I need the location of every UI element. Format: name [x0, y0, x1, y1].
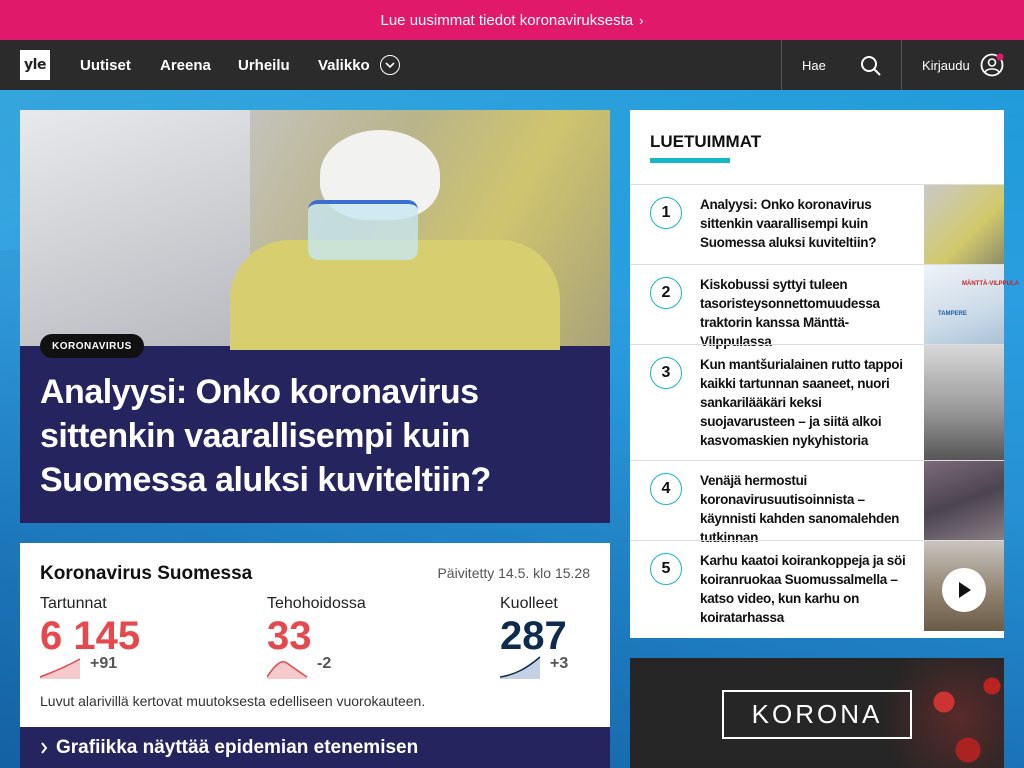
top-navigation: yle Uutiset Areena Urheilu Valikko Hae K…	[0, 40, 1024, 90]
thumbnail-image	[924, 345, 1004, 461]
nav-item-areena[interactable]: Areena	[160, 40, 211, 90]
chevron-right-icon	[41, 741, 48, 754]
most-read-headline[interactable]: Analyysi: Onko koronavirus sittenkin vaa…	[700, 195, 910, 252]
stats-title: Koronavirus Suomessa	[40, 563, 253, 584]
chevron-right-icon: ›	[639, 12, 644, 28]
corona-banner-link[interactable]: Lue uusimmat tiedot koronaviruksesta ›	[0, 0, 1024, 40]
rank-badge: 1	[650, 197, 682, 229]
rank-badge: 3	[650, 357, 682, 389]
stats-updated: Päivitetty 14.5. klo 15.28	[437, 565, 590, 581]
stat-change: +3	[550, 655, 569, 672]
rank-badge: 2	[650, 277, 682, 309]
map-label: MÄNTTÄ-VILPPULA	[962, 281, 1019, 287]
hero-image	[20, 110, 610, 350]
epidemic-graph-link[interactable]: Grafiikka näyttää epidemian etenemisen	[20, 727, 610, 768]
nav-item-uutiset[interactable]: Uutiset	[80, 40, 131, 90]
corona-stats-card: Koronavirus Suomessa Päivitetty 14.5. kl…	[20, 543, 610, 727]
trend-sparkline	[500, 656, 541, 679]
trend-sparkline	[40, 658, 81, 679]
nav-item-urheilu[interactable]: Urheilu	[238, 40, 290, 90]
thumbnail-image	[924, 461, 1004, 541]
most-read-headline[interactable]: Karhu kaatoi koirankoppeja ja söi koiran…	[700, 551, 910, 627]
stat-change: -2	[317, 655, 332, 672]
most-read-headline[interactable]: Kun mantšurialainen rutto tappoi kaikki …	[700, 355, 910, 450]
search-icon[interactable]	[860, 55, 882, 82]
nav-item-valikko[interactable]: Valikko	[318, 40, 400, 90]
yle-logo[interactable]: yle	[20, 50, 50, 80]
rank-badge: 5	[650, 553, 682, 585]
valikko-label: Valikko	[318, 56, 370, 74]
stat-infections: Tartunnat 6 145	[40, 595, 140, 659]
map-label: TAMPERE	[938, 311, 967, 317]
stat-label: Tehohoidossa	[267, 595, 366, 612]
rank-badge: 4	[650, 473, 682, 505]
most-read-headline[interactable]: Kiskobussi syttyi tuleen tasoristeysonne…	[700, 275, 910, 351]
korona-promo[interactable]: KORONA	[630, 658, 1004, 768]
map-thumbnail: MÄNTTÄ-VILPPULA TAMPERE	[924, 265, 1019, 345]
stats-note: Luvut alarivillä kertovat muutoksesta ed…	[40, 693, 426, 709]
stat-deaths: Kuolleet 287	[500, 595, 567, 659]
stat-change: +91	[90, 655, 118, 672]
most-read-item[interactable]: 5 Karhu kaatoi koirankoppeja ja söi koir…	[630, 540, 1004, 638]
most-read-item[interactable]: 2 Kiskobussi syttyi tuleen tasoristeyson…	[630, 264, 1019, 349]
stat-icu: Tehohoidossa 33	[267, 595, 366, 659]
stat-value: 6 145	[40, 614, 141, 658]
category-tag[interactable]: KORONAVIRUS	[40, 334, 144, 358]
thumbnail-image	[924, 185, 1004, 265]
korona-label: KORONA	[722, 690, 912, 739]
play-icon[interactable]	[942, 568, 986, 612]
stat-value: 33	[267, 614, 312, 658]
chevron-down-icon	[379, 55, 400, 75]
stat-label: Kuolleet	[500, 595, 558, 612]
user-icon[interactable]	[980, 53, 1004, 82]
hero-article-card[interactable]: KORONAVIRUS Analyysi: Onko koronavirus s…	[20, 110, 610, 523]
stat-label: Tartunnat	[40, 595, 107, 612]
most-read-panel: LUETUIMMAT 1 Analyysi: Onko koronavirus …	[630, 110, 1019, 638]
title-underline	[650, 158, 730, 163]
graph-link-label: Grafiikka näyttää epidemian etenemisen	[56, 736, 419, 758]
trend-sparkline	[267, 661, 308, 679]
banner-text: Lue uusimmat tiedot koronaviruksesta	[380, 11, 634, 29]
most-read-item[interactable]: 3 Kun mantšurialainen rutto tappoi kaikk…	[630, 344, 1004, 461]
most-read-item[interactable]: 1 Analyysi: Onko koronavirus sittenkin v…	[630, 184, 1004, 265]
most-read-title: LUETUIMMAT	[650, 132, 762, 151]
video-thumbnail	[924, 541, 1004, 631]
stat-value: 287	[500, 614, 567, 658]
most-read-item[interactable]: 4 Venäjä hermostui koronavirusuutisoinni…	[630, 460, 1004, 545]
most-read-headline[interactable]: Venäjä hermostui koronavirusuutisoinnist…	[700, 471, 910, 547]
nav-divider	[781, 40, 782, 90]
login-label[interactable]: Kirjaudu	[922, 40, 970, 90]
search-label[interactable]: Hae	[802, 40, 826, 90]
nav-divider	[901, 40, 902, 90]
hero-headline[interactable]: Analyysi: Onko koronavirus sittenkin vaa…	[40, 370, 590, 502]
